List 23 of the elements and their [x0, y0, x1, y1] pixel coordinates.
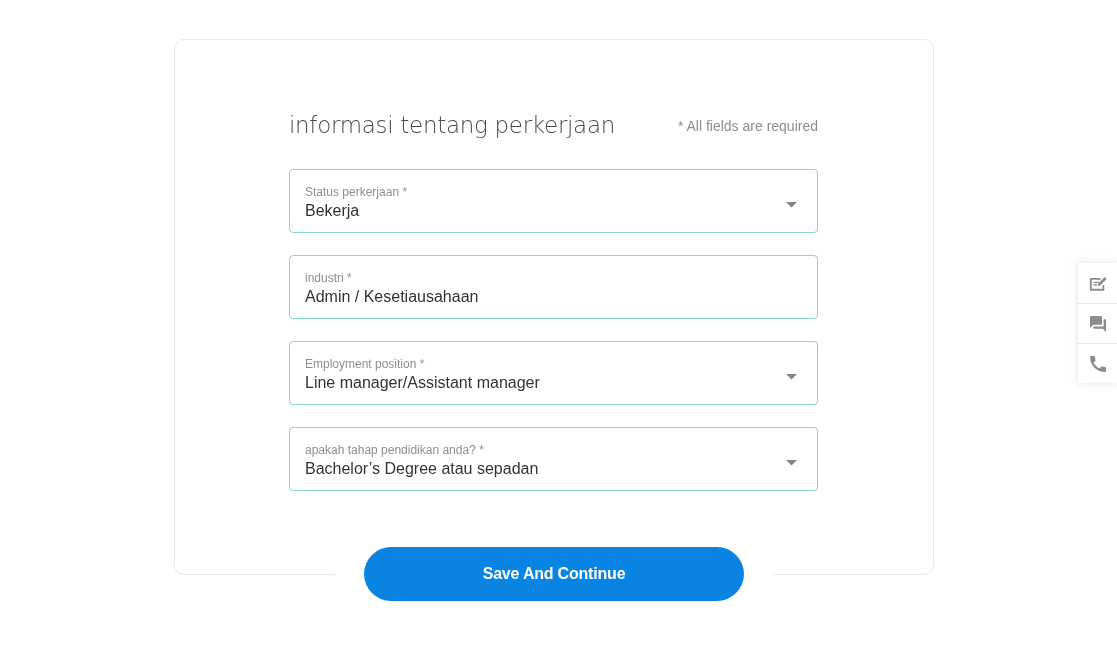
field-value: Bachelor’s Degree atau sepadan [305, 459, 539, 479]
field-label: apakah tahap pendidikan anda? * [305, 442, 484, 458]
call-button[interactable] [1078, 343, 1117, 383]
field-value: Line manager/Assistant manager [305, 373, 540, 393]
caret-icon [786, 374, 797, 380]
note-pencil-icon [1088, 275, 1107, 291]
chat-button[interactable] [1078, 303, 1117, 343]
field-value: Bekerja [305, 201, 360, 221]
phone-icon [1088, 355, 1107, 372]
required-note: * All fields are required [677, 117, 818, 134]
field-label: Status perkerjaan * [305, 184, 408, 200]
dropdown-field[interactable]: apakah tahap pendidikan anda? * Bachelor’s Degree atau sepadan [289, 427, 818, 491]
note-button[interactable] [1078, 263, 1117, 303]
dropdown-field[interactable]: Employment position * Line manager/Assistant manager [289, 341, 818, 405]
caret-icon [786, 460, 797, 466]
text-field[interactable]: industri * Admin / Kesetiausahaan [289, 255, 818, 319]
field-label: Employment position * [305, 356, 425, 372]
caret-icon [786, 202, 797, 208]
dropdown-field[interactable]: Status perkerjaan * Bekerja [289, 169, 818, 233]
field-value: Admin / Kesetiausahaan [305, 287, 479, 307]
chat-bubbles-icon [1088, 315, 1107, 332]
field-label: industri * [305, 270, 352, 286]
form-title: informasi tentang perkerjaan [289, 111, 615, 140]
